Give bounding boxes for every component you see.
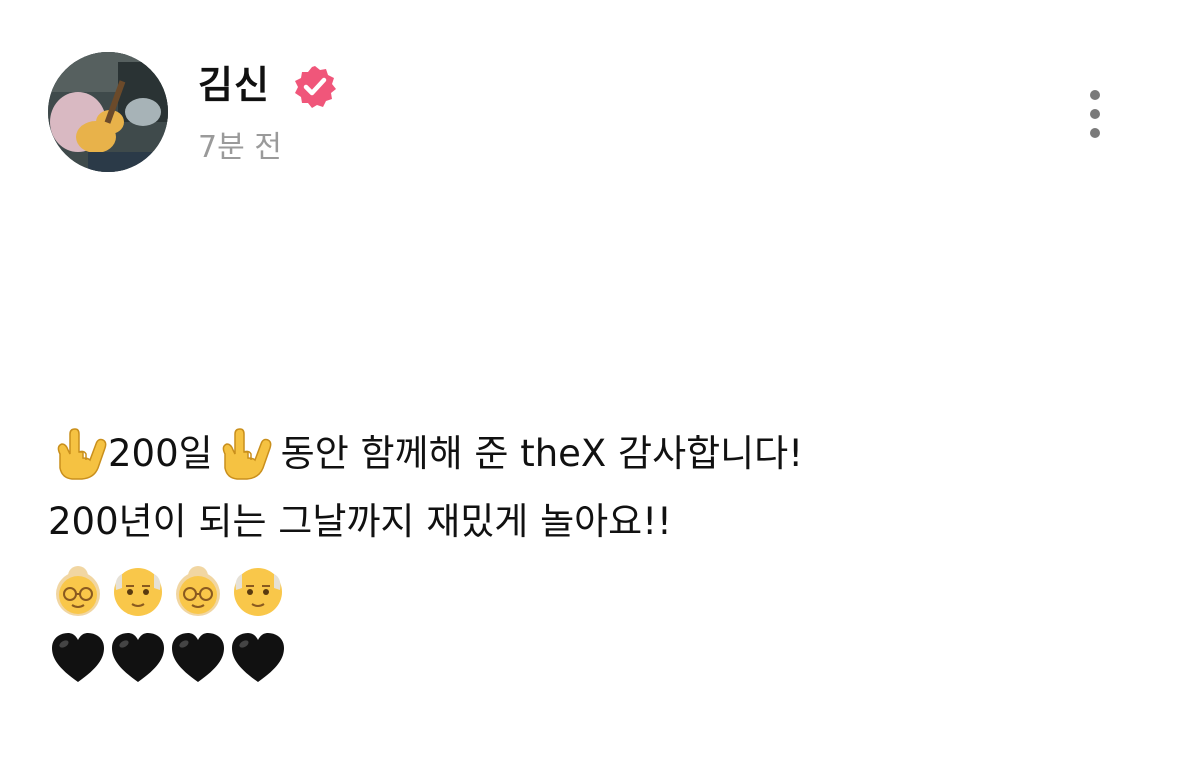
older-man-icon [228, 560, 288, 620]
post-text-promise: 200년이 되는 그날까지 재밌게 놀아요!! [48, 500, 672, 543]
more-dot [1090, 109, 1100, 119]
more-options-button[interactable] [1076, 86, 1116, 142]
older-man-icon [108, 560, 168, 620]
post-line-3 [48, 556, 1148, 624]
avatar[interactable] [48, 52, 168, 172]
older-woman-icon [48, 560, 108, 620]
verified-badge-icon [292, 64, 338, 110]
author-name[interactable]: 김신 [198, 60, 270, 110]
older-woman-icon [168, 560, 228, 620]
post-timestamp: 7분 전 [198, 130, 282, 165]
post-line-1: 200일 동안 함께해 준 theX 감사합니다! [48, 420, 1148, 488]
post-body: 200일 동안 함께해 준 theX 감사합니다! 200년이 되는 그날까지 … [48, 420, 1148, 692]
post-line-2: 200년이 되는 그날까지 재밌게 놀아요!! [48, 488, 1148, 556]
black-heart-icon [168, 628, 228, 688]
post-text-thanks: 동안 함께해 준 theX 감사합니다! [280, 432, 804, 475]
more-dot [1090, 128, 1100, 138]
black-heart-icon [108, 628, 168, 688]
post-text-days: 200일 [108, 432, 213, 475]
love-you-gesture-icon [213, 424, 273, 484]
more-vertical-icon [1090, 90, 1100, 100]
black-heart-icon [48, 628, 108, 688]
love-you-gesture-icon [48, 424, 108, 484]
post-card: 김신 7분 전 200일 동안 함께해 준 theX 감사합니다! 200년이 … [0, 0, 1179, 758]
black-heart-icon [228, 628, 288, 688]
post-line-4 [48, 624, 1148, 692]
